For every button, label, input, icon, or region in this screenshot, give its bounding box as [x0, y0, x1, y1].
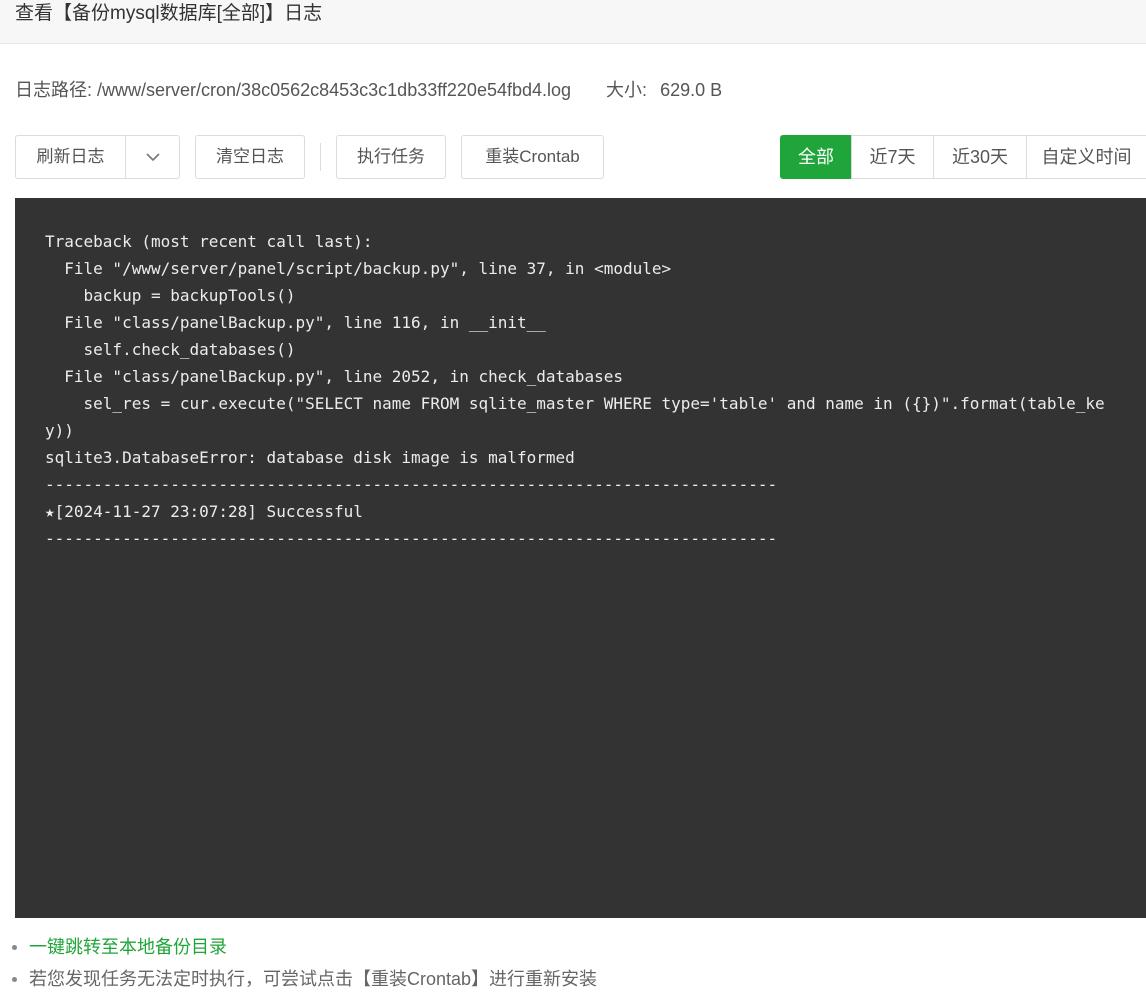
- log-path-value: /www/server/cron/38c0562c8453c3c1db33ff2…: [97, 80, 572, 100]
- dialog-title: 查看【备份mysql数据库[全部]】日志: [15, 3, 323, 24]
- tab-last-30-days[interactable]: 近30天: [933, 135, 1027, 179]
- tip-item-backup-dir: 一键跳转至本地备份目录: [12, 933, 597, 965]
- refresh-log-button[interactable]: 刷新日志: [16, 136, 126, 178]
- tab-custom-time[interactable]: 自定义时间: [1026, 135, 1146, 179]
- execute-task-button[interactable]: 执行任务: [336, 135, 446, 179]
- log-size-value: 629.0 B: [660, 80, 723, 100]
- log-output-panel[interactable]: Traceback (most recent call last): File …: [15, 198, 1146, 918]
- log-info-row: 日志路径: /www/server/cron/38c0562c8453c3c1d…: [15, 78, 722, 102]
- tips-list: 一键跳转至本地备份目录 若您发现任务无法定时执行，可尝试点击【重装Crontab…: [12, 933, 597, 997]
- log-path-label: 日志路径:: [15, 80, 93, 100]
- time-filter-tabs: 全部 近7天 近30天 自定义时间: [780, 135, 1146, 179]
- dialog-titlebar: 查看【备份mysql数据库[全部]】日志: [0, 0, 1146, 44]
- bullet-dot-icon: [12, 977, 17, 982]
- refresh-log-split-button: 刷新日志: [15, 135, 180, 179]
- bullet-dot-icon: [12, 945, 17, 950]
- refresh-options-dropdown[interactable]: [126, 136, 180, 178]
- reinstall-crontab-button[interactable]: 重装Crontab: [461, 135, 604, 179]
- tab-last-7-days[interactable]: 近7天: [851, 135, 934, 179]
- log-content: Traceback (most recent call last): File …: [45, 232, 1105, 548]
- clear-log-button[interactable]: 清空日志: [195, 135, 305, 179]
- open-backup-dir-link[interactable]: 一键跳转至本地备份目录: [29, 937, 227, 957]
- toolbar-divider: [320, 143, 321, 171]
- log-size-label: 大小:: [606, 80, 648, 100]
- log-dialog: 查看【备份mysql数据库[全部]】日志 日志路径: /www/server/c…: [0, 0, 1146, 997]
- chevron-down-icon: [146, 153, 160, 162]
- tip-item-reinstall: 若您发现任务无法定时执行，可尝试点击【重装Crontab】进行重新安装: [12, 965, 597, 997]
- tab-all[interactable]: 全部: [780, 135, 852, 179]
- reinstall-crontab-note: 若您发现任务无法定时执行，可尝试点击【重装Crontab】进行重新安装: [29, 969, 598, 989]
